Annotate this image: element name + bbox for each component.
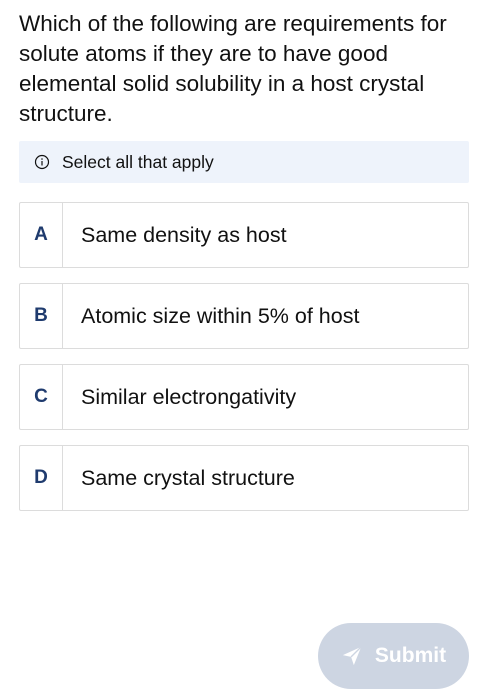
option-label: Similar electrongativity	[81, 384, 297, 409]
option-label: Same density as host	[81, 222, 287, 247]
option-letter: A	[20, 203, 63, 267]
submit-button[interactable]: Submit	[318, 623, 469, 689]
option-letter: D	[20, 446, 63, 510]
option-label: Atomic size within 5% of host	[81, 303, 360, 328]
option-letter: B	[20, 284, 63, 348]
answer-options: A Same density as host B Atomic size wit…	[19, 202, 469, 526]
option-b[interactable]: B Atomic size within 5% of host	[19, 283, 469, 349]
question-text: Which of the following are requirements …	[19, 11, 447, 126]
hint-text: Select all that apply	[62, 151, 214, 172]
option-d[interactable]: D Same crystal structure	[19, 445, 469, 511]
select-all-hint: Select all that apply	[19, 141, 469, 183]
info-icon	[34, 154, 50, 170]
option-c[interactable]: C Similar electrongativity	[19, 364, 469, 430]
send-icon	[341, 645, 363, 667]
option-label: Same crystal structure	[81, 465, 295, 490]
option-letter: C	[20, 365, 63, 429]
submit-label: Submit	[374, 644, 447, 667]
option-a[interactable]: A Same density as host	[19, 202, 469, 268]
